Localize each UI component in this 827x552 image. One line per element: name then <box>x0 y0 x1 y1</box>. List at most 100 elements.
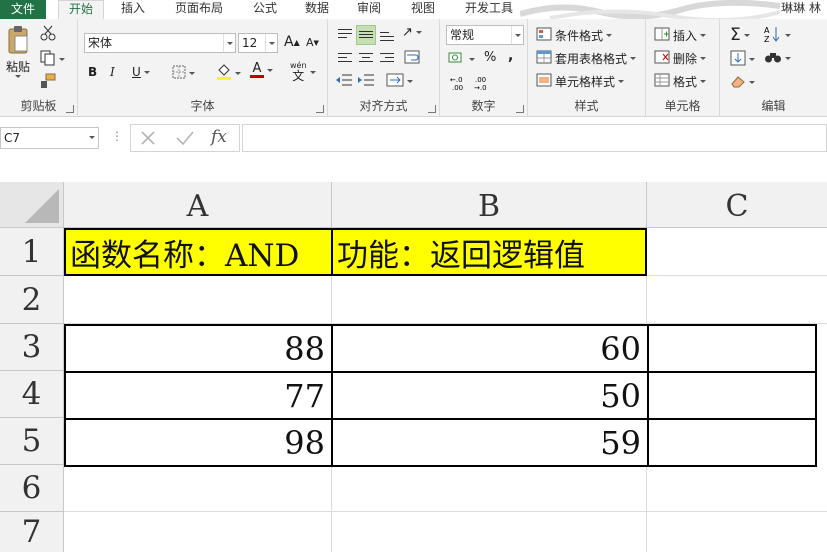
clear-button[interactable] <box>730 74 755 91</box>
align-middle-icon[interactable] <box>359 29 373 41</box>
tab-review[interactable]: 审阅 <box>348 0 390 19</box>
bold-button[interactable]: B <box>88 65 97 79</box>
phonetic-char: 文 <box>292 69 305 83</box>
row-header-7[interactable]: 7 <box>0 512 64 552</box>
cell-b6[interactable] <box>332 467 647 512</box>
cell-c3[interactable] <box>647 324 817 373</box>
comma-button[interactable]: , <box>508 48 513 64</box>
merge-center-button[interactable] <box>386 73 413 90</box>
align-left-icon[interactable] <box>338 53 352 65</box>
phonetic-button[interactable]: wén 文 <box>290 61 316 83</box>
orientation-icon: ↗ <box>402 25 413 40</box>
enter-check-icon[interactable] <box>175 129 195 150</box>
borders-button[interactable] <box>172 65 195 82</box>
decrease-decimal-icon: .00 →.0 <box>474 75 492 94</box>
align-right-icon[interactable] <box>380 53 394 65</box>
wrap-text-button[interactable] <box>404 49 420 68</box>
cell-a6[interactable] <box>64 467 332 512</box>
percent-button[interactable]: % <box>484 50 496 65</box>
cell-a5[interactable]: 98 <box>64 418 333 467</box>
cell-b5[interactable]: 59 <box>331 418 649 467</box>
cancel-icon[interactable] <box>139 129 157 150</box>
tab-page-layout[interactable]: 页面布局 <box>166 0 232 19</box>
cell-c7[interactable] <box>647 512 827 552</box>
decrease-decimal-button[interactable]: .00 →.0 <box>474 75 492 94</box>
cell-a7[interactable] <box>64 512 332 552</box>
cell-styles-button[interactable]: 单元格样式 <box>536 73 625 90</box>
format-cells-button[interactable]: 格式 <box>654 73 707 90</box>
italic-button[interactable]: I <box>110 65 115 79</box>
row-header-3[interactable]: 3 <box>0 324 64 371</box>
format-as-table-button[interactable]: 套用表格格式 <box>536 50 637 67</box>
formula-input[interactable] <box>242 124 827 152</box>
paint-bucket-icon <box>216 63 232 84</box>
grow-font-label: A <box>284 34 294 50</box>
cell-a3[interactable]: 88 <box>64 324 333 373</box>
cell-b4[interactable]: 50 <box>331 371 649 420</box>
tab-file[interactable]: 文件 <box>0 0 46 19</box>
cell-b7[interactable] <box>332 512 647 552</box>
copy-button[interactable] <box>40 50 65 69</box>
autosum-button[interactable]: Σ <box>730 25 750 45</box>
row-header-2[interactable]: 2 <box>0 276 64 324</box>
number-format-combo[interactable]: 常规 <box>446 25 524 45</box>
row-header-1[interactable]: 1 <box>0 228 64 276</box>
tab-view[interactable]: 视图 <box>402 0 444 19</box>
tab-formulas[interactable]: 公式 <box>244 0 286 19</box>
increase-decimal-button[interactable]: ←.0.00 <box>450 75 468 94</box>
column-header-c[interactable]: C <box>647 182 827 228</box>
formula-bar-splitter[interactable]: ⋮ <box>111 129 123 143</box>
cell-b1[interactable]: 功能：返回逻辑值 <box>331 228 647 276</box>
column-header-a[interactable]: A <box>64 182 332 228</box>
row-header-5[interactable]: 5 <box>0 418 64 465</box>
column-header-b[interactable]: B <box>332 182 647 228</box>
font-size-combo[interactable]: 12 <box>238 33 278 53</box>
paste-button[interactable]: 粘贴 <box>4 25 32 78</box>
fill-color-button[interactable] <box>216 63 241 84</box>
find-select-button[interactable] <box>764 50 791 67</box>
cell-c6[interactable] <box>647 467 827 512</box>
cell-c4[interactable] <box>647 371 817 420</box>
name-box[interactable]: C7 <box>0 127 99 149</box>
font-launcher[interactable] <box>316 105 324 113</box>
row-header-4[interactable]: 4 <box>0 371 64 418</box>
cell-c1[interactable] <box>647 228 827 276</box>
grow-font-button[interactable]: A ▲ <box>284 34 300 50</box>
align-top-icon[interactable] <box>338 29 352 41</box>
align-bottom-icon[interactable] <box>380 29 394 41</box>
decrease-indent-button[interactable] <box>336 73 352 90</box>
select-all-button[interactable] <box>0 182 64 228</box>
format-painter-button[interactable] <box>40 73 56 92</box>
insert-cells-button[interactable]: 插入 <box>654 27 707 44</box>
user-name[interactable]: 琳琳 林 <box>781 0 821 17</box>
cell-a4[interactable]: 77 <box>64 371 333 420</box>
alignment-launcher[interactable] <box>428 105 436 113</box>
sort-filter-button[interactable]: AZ <box>764 25 791 46</box>
shrink-font-button[interactable]: A ▼ <box>306 36 319 49</box>
increase-indent-button[interactable] <box>358 73 374 90</box>
clipboard-launcher[interactable] <box>66 105 74 113</box>
tab-insert[interactable]: 插入 <box>112 0 154 19</box>
font-name-combo[interactable]: 宋体 <box>84 33 236 53</box>
tab-home[interactable]: 开始 <box>58 0 104 20</box>
fill-button[interactable] <box>730 50 755 69</box>
row-header-6[interactable]: 6 <box>0 465 64 512</box>
underline-button[interactable]: U <box>132 65 150 79</box>
orientation-button[interactable]: ↗ <box>402 25 422 40</box>
number-launcher[interactable] <box>516 105 524 113</box>
delete-cells-button[interactable]: 删除 <box>654 50 707 67</box>
cell-c5[interactable] <box>647 418 817 467</box>
cell-a2[interactable] <box>64 276 332 324</box>
insert-function-button[interactable]: fx <box>211 127 227 147</box>
cut-button[interactable] <box>40 25 56 44</box>
cell-c2[interactable] <box>647 276 827 324</box>
conditional-formatting-button[interactable]: 条件格式 <box>536 27 613 44</box>
cell-b3[interactable]: 60 <box>331 324 649 373</box>
tab-developer[interactable]: 开发工具 <box>456 0 522 19</box>
align-center-icon[interactable] <box>359 53 373 65</box>
cell-b2[interactable] <box>332 276 647 324</box>
cell-a1[interactable]: 函数名称：AND <box>64 228 333 276</box>
tab-data[interactable]: 数据 <box>296 0 338 19</box>
accounting-format-button[interactable] <box>448 51 475 68</box>
font-color-button[interactable]: A <box>250 62 273 78</box>
